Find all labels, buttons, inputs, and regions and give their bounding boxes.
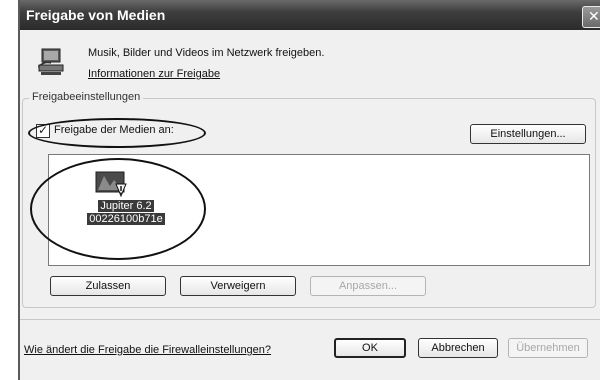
media-device-warning-icon [95,171,127,198]
deny-button[interactable]: Verweigern [180,276,296,296]
group-label: Freigabeeinstellungen [29,91,144,103]
sharing-info-link[interactable]: Informationen zur Freigabe [88,68,220,80]
settings-button[interactable]: Einstellungen... [470,124,586,144]
checkbox-box[interactable]: ✓ [36,123,50,138]
ok-button[interactable]: OK [334,338,406,358]
network-media-icon [38,48,64,75]
close-icon: ✕ [588,8,600,24]
device-name: Jupiter 6.2 00226100b71e [72,200,180,226]
close-button[interactable]: ✕ [582,6,600,28]
window-title: Freigabe von Medien [26,7,166,23]
cancel-button[interactable]: Abbrechen [418,338,498,358]
intro-text: Musik, Bilder und Videos im Netzwerk fre… [88,47,325,59]
share-media-label[interactable]: Freigabe der Medien an: [54,124,174,136]
check-icon: ✓ [38,123,49,137]
title-bar[interactable]: Freigabe von Medien ✕ [20,0,600,30]
customize-button[interactable]: Anpassen... [310,276,426,296]
allow-button[interactable]: Zulassen [50,276,166,296]
device-name-line1: Jupiter 6.2 [98,200,154,212]
apply-button[interactable]: Übernehmen [508,338,588,358]
device-name-line2: 00226100b71e [87,213,165,225]
footer-divider [20,319,600,320]
media-sharing-dialog: Freigabe von Medien ✕ Musik, Bilder und … [18,0,600,380]
firewall-info-link[interactable]: Wie ändert die Freigabe die Firewalleins… [24,344,271,356]
